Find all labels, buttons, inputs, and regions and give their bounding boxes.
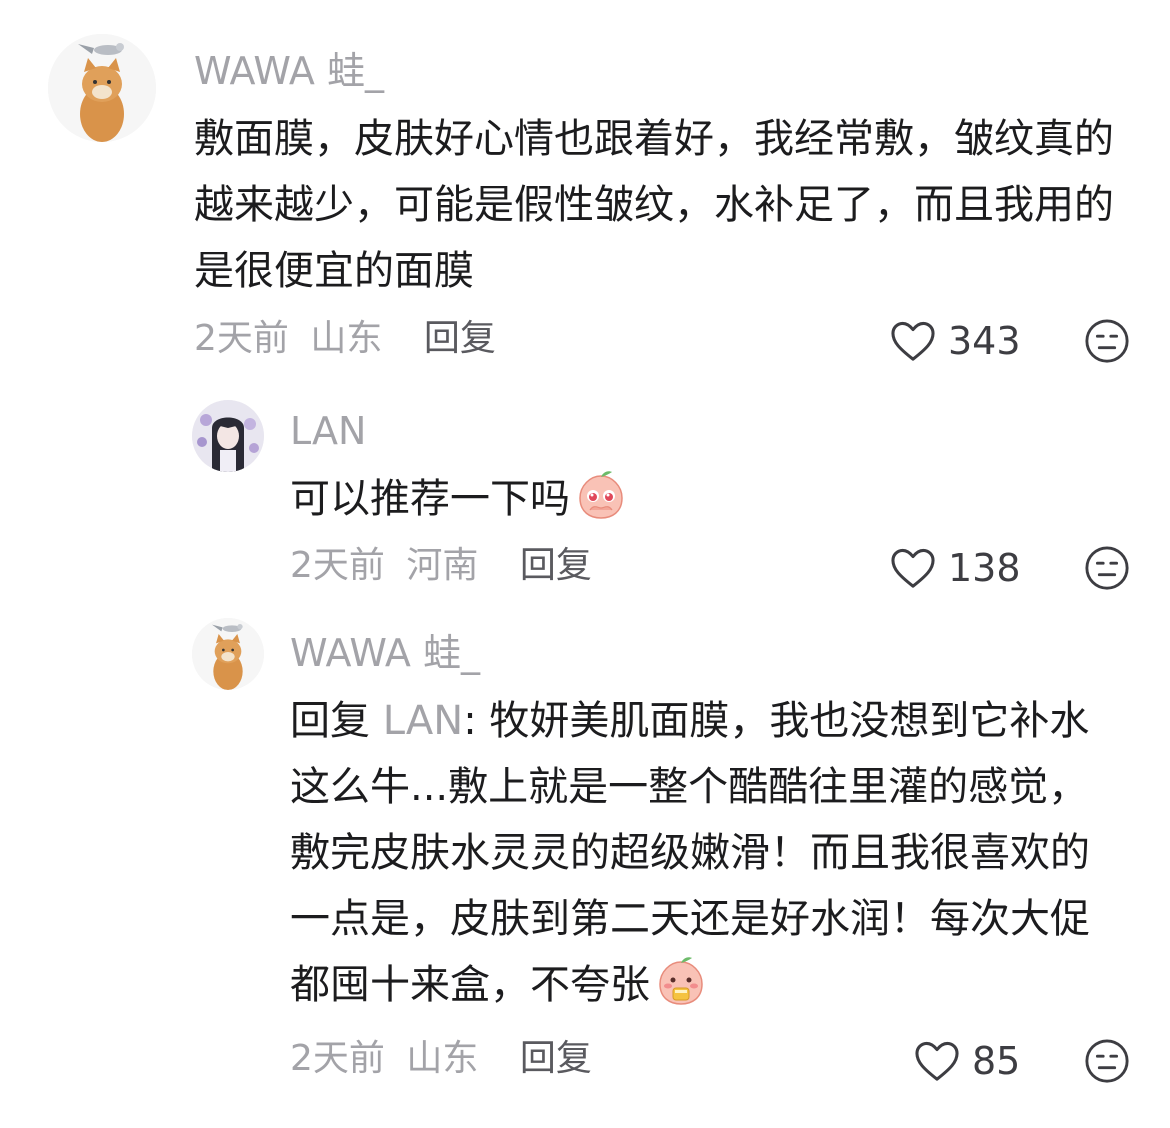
- user-avatar[interactable]: [192, 400, 264, 472]
- comment-text: 敷面膜，皮肤好心情也跟着好，我经常敷，皱纹真的越来越少，可能是假性皱纹，水补足了…: [194, 116, 1114, 294]
- comment-text: 回复 LAN: 牧妍美肌面膜，我也没想到它补水这么牛...敷上就是一整个酷酷往里…: [290, 688, 1100, 1028]
- comment-2: LAN 可以推荐一下吗 2天前 河南 回复 138: [0, 380, 1170, 600]
- username[interactable]: WAWA 蛙_: [290, 634, 480, 672]
- reply-button[interactable]: 回复: [520, 545, 592, 586]
- comment-location: 河南: [406, 545, 479, 586]
- comment-meta: 2天前 河南 回复: [290, 548, 592, 584]
- cat-with-bird-avatar-icon: [192, 618, 264, 690]
- like-button[interactable]: 343: [890, 320, 1021, 362]
- user-avatar[interactable]: [192, 618, 264, 690]
- like-count: 343: [948, 319, 1021, 363]
- username[interactable]: LAN: [290, 412, 366, 450]
- heart-outline-icon: [891, 321, 935, 361]
- cat-with-bird-avatar-icon: [48, 34, 156, 142]
- comment-location: 山东: [406, 1038, 479, 1079]
- meh-face-icon: [1085, 319, 1129, 363]
- anime-girl-avatar-icon: [192, 400, 264, 472]
- comment-1: WAWA 蛙_ 敷面膜，皮肤好心情也跟着好，我经常敷，皱纹真的越来越少，可能是假…: [0, 0, 1170, 380]
- heart-outline-icon: [891, 548, 935, 588]
- peach-pleading-emoji-icon: [574, 468, 628, 542]
- comment-time: 2天前: [290, 545, 385, 586]
- comment-meta: 2天前 山东 回复: [290, 1041, 592, 1077]
- comment-time: 2天前: [290, 1038, 385, 1079]
- reply-button[interactable]: 回复: [520, 1038, 592, 1079]
- comment-text-body: 可以推荐一下吗: [290, 476, 570, 522]
- comment-location: 山东: [310, 318, 383, 359]
- like-button[interactable]: 138: [890, 547, 1021, 589]
- dislike-button[interactable]: [1084, 318, 1130, 368]
- meh-face-icon: [1085, 1039, 1129, 1083]
- peach-eating-emoji-icon: [654, 954, 708, 1028]
- user-avatar[interactable]: [48, 34, 156, 142]
- like-count: 85: [972, 1039, 1021, 1083]
- comment-meta: 2天前 山东 回复: [194, 321, 496, 357]
- comment-text: 可以推荐一下吗: [290, 466, 1110, 542]
- like-button[interactable]: 85: [914, 1040, 1020, 1082]
- dislike-button[interactable]: [1084, 1038, 1130, 1088]
- mention-link[interactable]: LAN: [383, 698, 464, 744]
- dislike-button[interactable]: [1084, 545, 1130, 595]
- comment-time: 2天前: [194, 318, 289, 359]
- heart-outline-icon: [915, 1041, 959, 1081]
- meh-face-icon: [1085, 546, 1129, 590]
- reply-button[interactable]: 回复: [424, 318, 496, 359]
- username[interactable]: WAWA 蛙_: [194, 52, 384, 90]
- comment-3: WAWA 蛙_ 回复 LAN: 牧妍美肌面膜，我也没想到它补水这么牛...敷上就…: [0, 600, 1170, 1128]
- reply-prefix: 回复: [290, 698, 370, 744]
- like-count: 138: [948, 546, 1021, 590]
